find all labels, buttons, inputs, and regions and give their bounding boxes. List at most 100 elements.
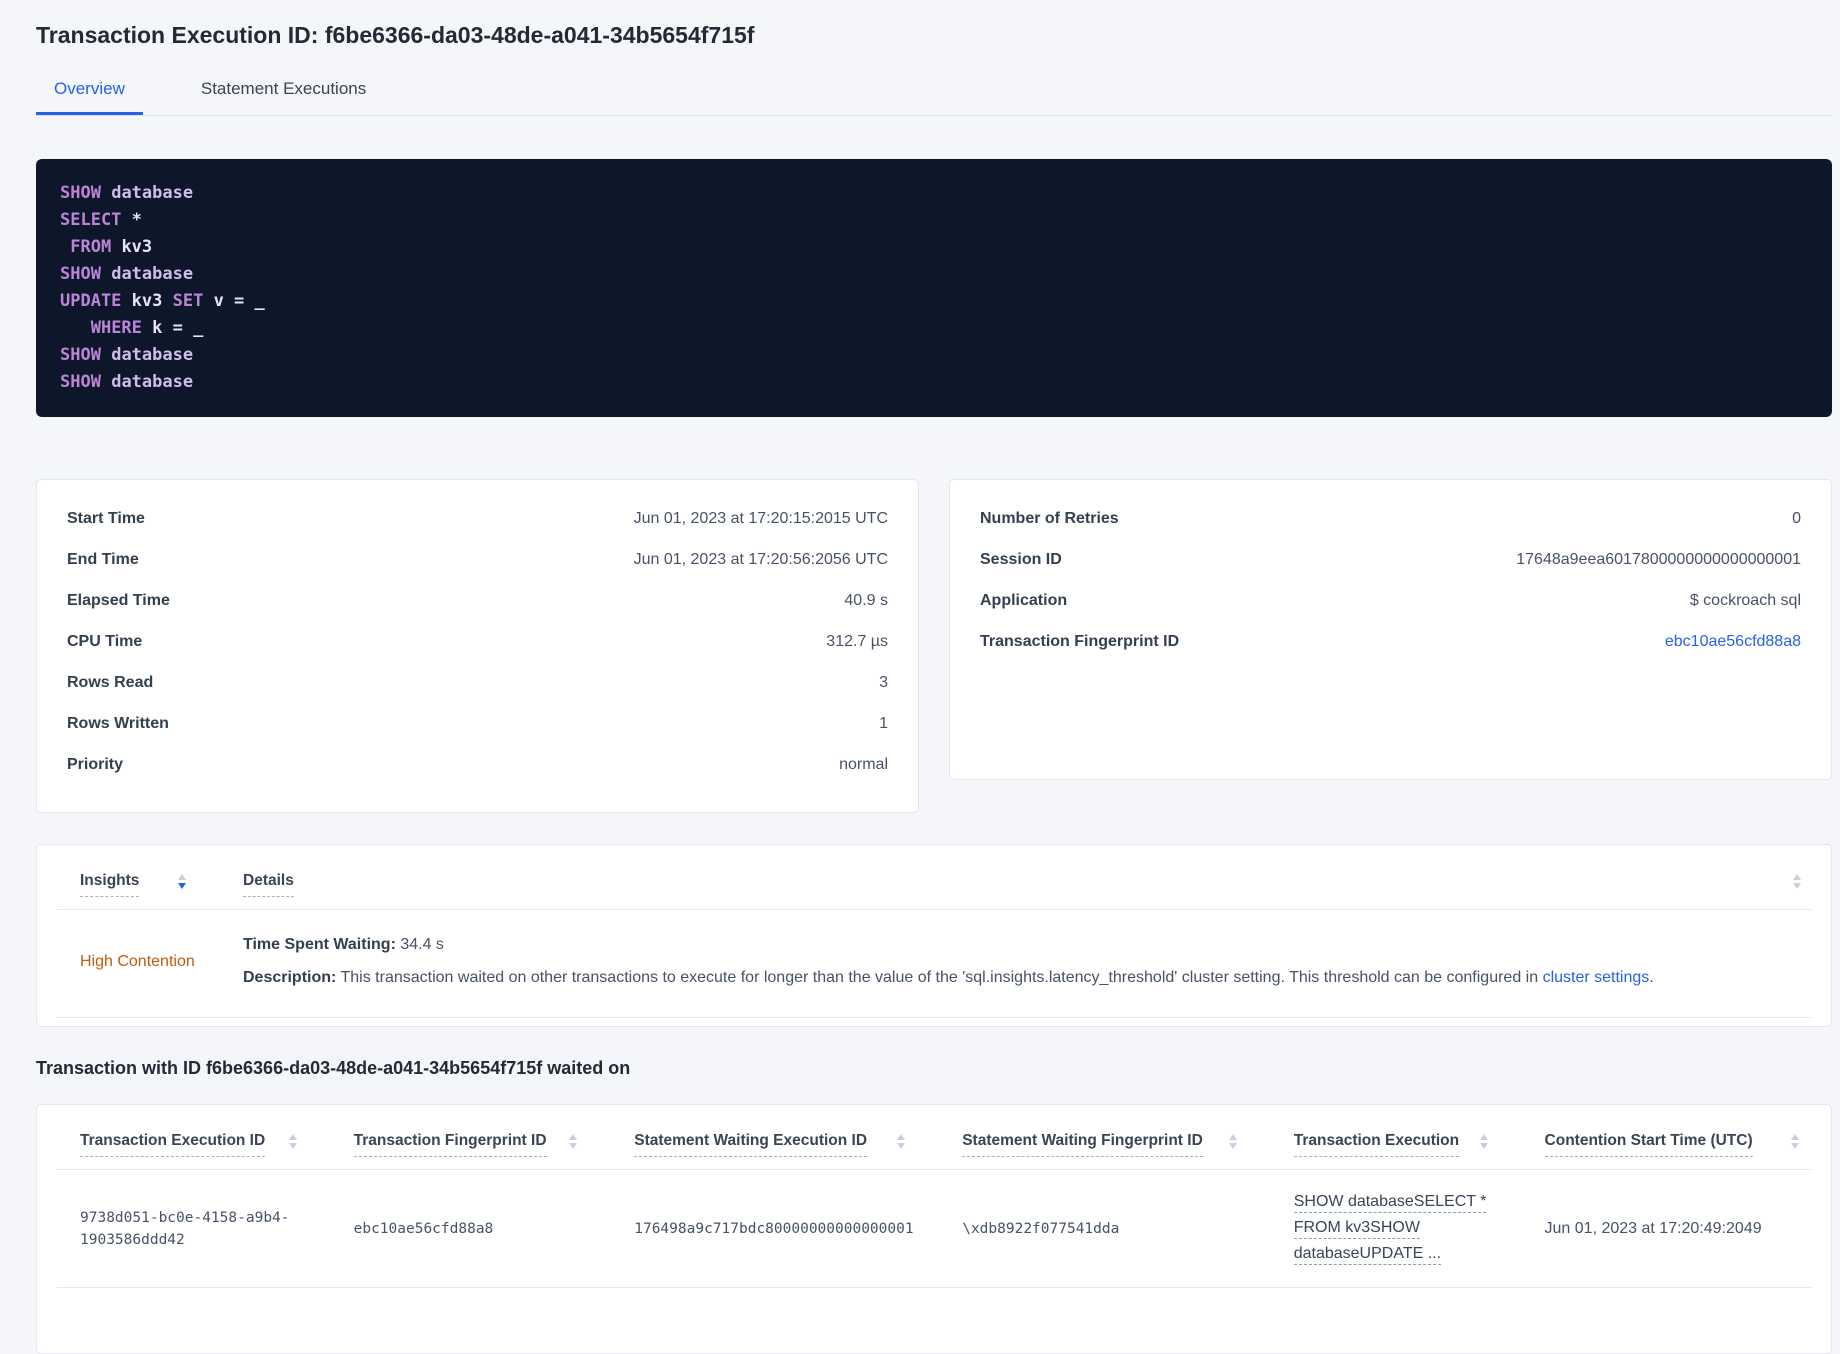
summary-row-label: Application <box>980 592 1068 609</box>
summary-row: Rows Read 3 <box>67 671 888 694</box>
summary-row-label: Rows Read <box>67 674 154 691</box>
cell-transaction-execution-id: 9738d051-bc0e-4158-a9b4-1903586ddd42 <box>80 1209 290 1248</box>
column-label[interactable]: Statement Waiting Fingerprint ID <box>962 1131 1203 1157</box>
cell-statement-waiting-fingerprint-id: \xdb8922f077541dda <box>962 1220 1120 1237</box>
summary-row-value: normal <box>839 756 888 773</box>
summary-card-timing: Start Time Jun 01, 2023 at 17:20:15:2015 … <box>36 479 919 813</box>
insights-card: Insights Details High Contention Time Sp… <box>36 844 1832 1027</box>
tab-bar: Overview Statement Executions <box>36 79 1832 116</box>
column-label[interactable]: Transaction Execution <box>1293 1131 1460 1157</box>
cell-transaction-fingerprint-id: ebc10ae56cfd88a8 <box>353 1220 494 1237</box>
column-header-details-label[interactable]: Details <box>243 871 294 897</box>
column-label[interactable]: Transaction Execution ID <box>80 1131 266 1157</box>
column-header-statement-waiting-fingerprint-id[interactable]: Statement Waiting Fingerprint ID <box>939 1105 1271 1169</box>
sql-code-line: WHERE k = _ <box>90 318 204 338</box>
summary-row-value: 1 <box>879 715 888 732</box>
column-header-statement-waiting-execution-id[interactable]: Statement Waiting Execution ID <box>611 1105 939 1169</box>
time-spent-waiting-value: 34.4 s <box>395 936 444 953</box>
column-header-insights-label[interactable]: Insights <box>80 871 140 897</box>
sort-icon[interactable] <box>178 874 186 889</box>
description-text: This transaction waited on other transac… <box>336 969 1543 986</box>
sort-icon[interactable] <box>1228 1134 1237 1149</box>
column-label[interactable]: Statement Waiting Execution ID <box>634 1131 868 1157</box>
summary-row-value: Jun 01, 2023 at 17:20:56:2056 UTC <box>633 551 888 568</box>
transaction-execution-link-line[interactable]: FROM kv3SHOW <box>1293 1218 1420 1239</box>
insight-row: High Contention Time Spent Waiting: 34.4… <box>57 910 1811 1018</box>
sort-icon[interactable] <box>1791 1134 1799 1149</box>
summary-row-label: Session ID <box>980 551 1062 568</box>
column-label[interactable]: Contention Start Time (UTC) <box>1544 1131 1753 1157</box>
sort-icon[interactable] <box>569 1134 578 1149</box>
sort-icon[interactable] <box>288 1134 297 1149</box>
summary-row: Application $ cockroach sql <box>980 589 1801 612</box>
summary-row-value: 40.9 s <box>844 592 888 609</box>
cell-statement-waiting-execution-id: 176498a9c717bdc80000000000000001 <box>634 1220 914 1237</box>
waited-on-table-header: Transaction Execution ID Transaction Fin… <box>57 1105 1811 1170</box>
summary-row: Rows Written 1 <box>67 712 888 735</box>
summary-row: Start Time Jun 01, 2023 at 17:20:15:2015 … <box>67 507 888 530</box>
transaction-fingerprint-link[interactable]: ebc10ae56cfd88a8 <box>1665 630 1801 653</box>
sql-code-line: FROM kv3 <box>70 237 153 257</box>
transaction-details-page: Transaction Execution ID: f6be6366-da03-… <box>0 0 1840 1354</box>
waited-on-heading: Transaction with ID f6be6366-da03-48de-a… <box>36 1058 631 1078</box>
transaction-execution-link[interactable]: SHOW databaseSELECT * FROM kv3SHOW databas… <box>1271 1182 1522 1275</box>
tab-overview[interactable]: Overview <box>36 79 143 115</box>
time-spent-waiting: Time Spent Waiting: 34.4 s <box>243 934 1781 956</box>
column-header-contention-start-time[interactable]: Contention Start Time (UTC) <box>1522 1105 1811 1169</box>
tab-statement-executions-label: Statement Executions <box>200 79 367 98</box>
summary-row: Transaction Fingerprint ID ebc10ae56cfd88… <box>980 630 1801 653</box>
insight-type-badge: High Contention <box>80 952 195 970</box>
sql-code-line: SHOW database <box>60 264 194 284</box>
sql-code-line: UPDATE kv3 SET v = _ <box>60 291 265 311</box>
summary-row-label: Rows Written <box>67 715 169 732</box>
sort-icon[interactable] <box>897 1134 906 1149</box>
insights-table-header: Insights Details <box>57 845 1811 910</box>
sql-code-line: SHOW database <box>60 372 194 392</box>
column-header-transaction-execution-id[interactable]: Transaction Execution ID <box>57 1105 331 1169</box>
cell-contention-start-time: Jun 01, 2023 at 17:20:49:2049 <box>1544 1219 1762 1237</box>
summary-card-session: Number of Retries 0 Session ID 17648a9eea60… <box>949 479 1832 780</box>
sql-code-line: SELECT * <box>60 210 142 230</box>
column-header-insights[interactable]: Insights <box>57 845 220 909</box>
column-label[interactable]: Transaction Fingerprint ID <box>353 1131 547 1157</box>
summary-row-value: 3 <box>879 674 888 691</box>
insight-details: Time Spent Waiting: 34.4 s Description: … <box>220 934 1811 989</box>
description-label: Description: <box>243 969 337 986</box>
summary-row-value: 17648a9eea6017800000000000000001 <box>1516 551 1801 568</box>
tab-statement-executions[interactable]: Statement Executions <box>183 79 384 115</box>
summary-row-value: 312.7 µs <box>826 633 888 650</box>
summary-row-label: End Time <box>67 551 139 568</box>
summary-row-label: Elapsed Time <box>67 592 170 609</box>
table-row: 9738d051-bc0e-4158-a9b4-1903586ddd42 ebc… <box>57 1170 1811 1288</box>
column-header-transaction-execution[interactable]: Transaction Execution <box>1271 1105 1522 1169</box>
summary-cards: Start Time Jun 01, 2023 at 17:20:15:2015 … <box>36 479 1832 813</box>
waited-on-table-card: Transaction Execution ID Transaction Fin… <box>36 1104 1832 1354</box>
column-header-transaction-fingerprint-id[interactable]: Transaction Fingerprint ID <box>331 1105 612 1169</box>
insight-description: Description: This transaction waited on … <box>243 967 1781 989</box>
summary-row-value: Jun 01, 2023 at 17:20:15:2015 UTC <box>633 510 888 527</box>
summary-row-label: Start Time <box>67 510 145 527</box>
summary-row: End Time Jun 01, 2023 at 17:20:56:2056 UT… <box>67 548 888 571</box>
sort-icon[interactable] <box>1479 1134 1488 1149</box>
description-period: . <box>1649 969 1654 986</box>
summary-row: CPU Time 312.7 µs <box>67 630 888 653</box>
time-spent-waiting-label: Time Spent Waiting: <box>243 936 396 953</box>
summary-row: Session ID 17648a9eea60178000000000000000… <box>980 548 1801 571</box>
transaction-execution-link-line[interactable]: SHOW databaseSELECT * <box>1293 1192 1487 1213</box>
sql-code-line: SHOW database <box>60 345 194 365</box>
summary-row: Number of Retries 0 <box>980 507 1801 530</box>
cluster-settings-link[interactable]: cluster settings <box>1543 969 1650 986</box>
summary-row: Priority normal <box>67 753 888 776</box>
summary-row-value: $ cockroach sql <box>1689 592 1801 609</box>
summary-row-label: CPU Time <box>67 633 143 650</box>
summary-row: Elapsed Time 40.9 s <box>67 589 888 612</box>
summary-row-label: Number of Retries <box>980 510 1119 527</box>
tab-overview-label: Overview <box>54 79 125 98</box>
sort-icon[interactable] <box>1793 874 1801 889</box>
summary-row-label: Priority <box>67 756 124 773</box>
sql-code-line: SHOW database <box>60 183 194 203</box>
transaction-execution-link-line[interactable]: databaseUPDATE ... <box>1293 1244 1442 1265</box>
summary-row-label: Transaction Fingerprint ID <box>980 633 1180 650</box>
page-title: Transaction Execution ID: f6be6366-da03-… <box>36 22 755 48</box>
column-header-details[interactable]: Details <box>220 845 1811 909</box>
